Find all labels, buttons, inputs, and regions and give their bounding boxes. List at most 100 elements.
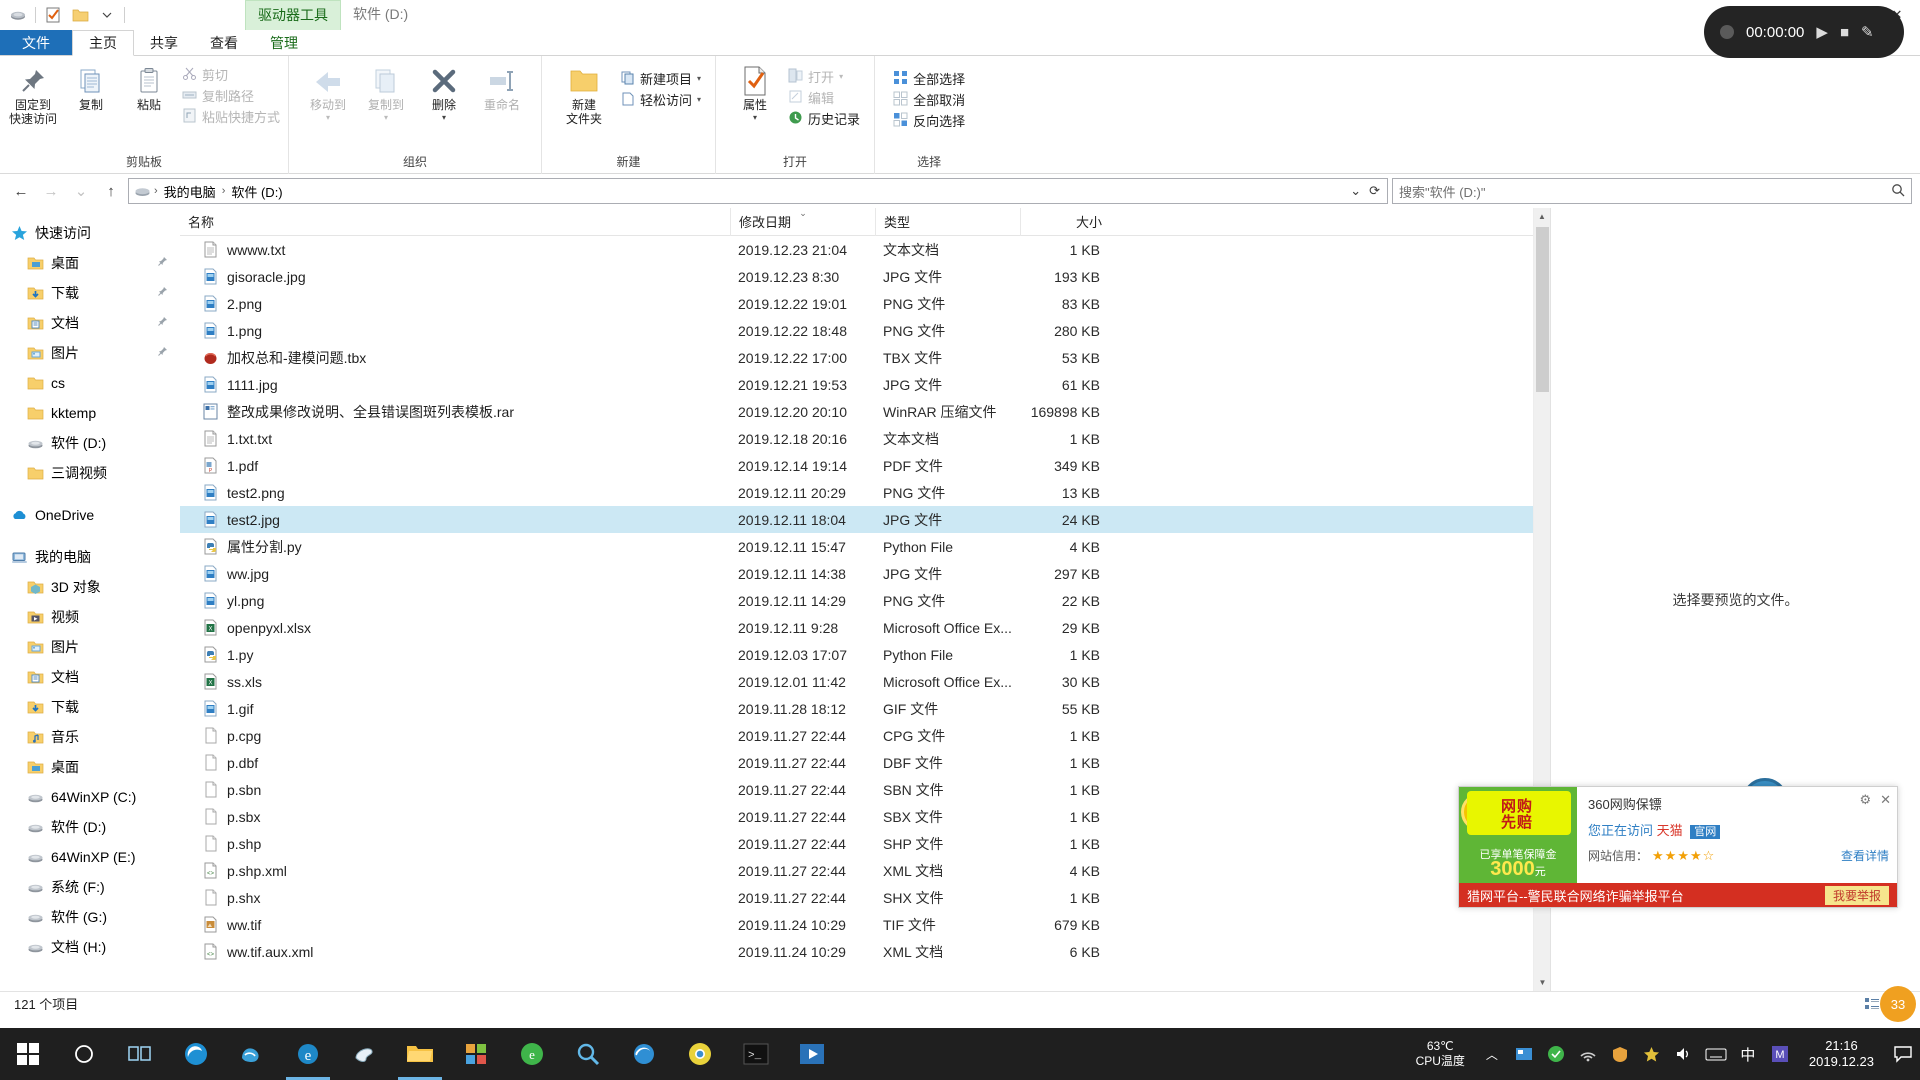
floating-badge-icon[interactable]: 33 [1880, 986, 1916, 1022]
pin-icon[interactable] [157, 346, 168, 360]
sidebar-item-系统-f-[interactable]: 系统 (F:) [0, 872, 180, 902]
table-row[interactable]: <> ww.tif.aux.xml 2019.11.24 10:29 XML 文档 6 … [180, 938, 1533, 965]
sidebar-item-onedrive[interactable]: OneDrive [0, 500, 180, 530]
column-header-size[interactable]: 大小 [1020, 207, 1110, 236]
sidebar-item-图片[interactable]: 图片 [0, 632, 180, 662]
forward-button[interactable]: → [38, 178, 64, 204]
cut-button[interactable]: 剪切 [178, 64, 284, 85]
ribbon-tab-home[interactable]: 主页 [72, 30, 134, 56]
copy-button[interactable]: 复制 [62, 62, 120, 114]
copy-path-button[interactable]: 复制路径 [178, 85, 284, 106]
ribbon-tab-file[interactable]: 文件 [0, 30, 72, 55]
table-row[interactable]: p.sbx 2019.11.27 22:44 SBX 文件 1 KB [180, 803, 1533, 830]
edit-button[interactable]: 编辑 [784, 87, 864, 108]
delete-button[interactable]: 删除 ▾ [415, 62, 473, 127]
table-row[interactable]: ww.tif 2019.11.24 10:29 TIF 文件 679 KB [180, 911, 1533, 938]
paste-shortcut-button[interactable]: 粘贴快捷方式 [178, 106, 284, 127]
app-icon-ie[interactable]: e [280, 1028, 336, 1080]
easy-access-button[interactable]: 轻松访问 ▾ [616, 89, 705, 110]
close-icon[interactable]: ✕ [1880, 792, 1891, 808]
tray-network-icon[interactable] [1577, 1042, 1599, 1066]
table-row[interactable]: 2.png 2019.12.22 19:01 PNG 文件 83 KB [180, 290, 1533, 317]
table-row[interactable]: Xss.xls 2019.12.01 11:42 Microsoft Office … [180, 668, 1533, 695]
up-button[interactable]: ↑ [98, 178, 124, 204]
keyboard-icon[interactable] [1705, 1042, 1727, 1066]
new-item-button[interactable]: 新建项目 ▾ [616, 68, 705, 89]
taskbar-clock[interactable]: 21:16 2019.12.23 [1801, 1038, 1882, 1070]
table-row[interactable]: 属性分割.py 2019.12.11 15:47 Python File 4 KB [180, 533, 1533, 560]
column-header-name[interactable]: 名称 [180, 208, 730, 236]
ribbon-tab-view[interactable]: 查看 [194, 30, 254, 55]
chevron-down-icon[interactable]: ▾ [753, 111, 757, 125]
tray-360-icon[interactable] [1545, 1042, 1567, 1066]
new-folder-button[interactable]: 新建 文件夹 [552, 62, 616, 128]
sidebar-item-三调视频[interactable]: 三调视频 [0, 458, 180, 488]
sidebar-item-软件-d-[interactable]: 软件 (D:) [0, 812, 180, 842]
rename-button[interactable]: 重命名 [473, 62, 531, 114]
edit-pen-icon[interactable]: ✎ [1861, 23, 1874, 41]
media-player-icon[interactable] [784, 1028, 840, 1080]
chevron-down-icon[interactable]: ▾ [697, 74, 701, 83]
table-row[interactable]: 加权总和-建模问题.tbx 2019.12.22 17:00 TBX 文件 53 KB [180, 344, 1533, 371]
breadcrumb-item-drive-d[interactable]: 软件 (D:) [228, 180, 285, 203]
sidebar-item-下载[interactable]: 下载 [0, 278, 180, 308]
back-button[interactable]: ← [8, 178, 34, 204]
paste-button[interactable]: 粘贴 [120, 62, 178, 114]
ad-report-button[interactable]: 我要举报 [1824, 885, 1889, 905]
refresh-icon[interactable]: ⟳ [1369, 183, 1380, 199]
pin-icon[interactable] [157, 256, 168, 270]
chevron-down-icon[interactable]: ▾ [442, 111, 446, 125]
table-row[interactable]: 整改成果修改说明、全县错误图斑列表模板.rar 2019.12.20 20:10 W… [180, 398, 1533, 425]
invert-selection-button[interactable]: 反向选择 [889, 110, 969, 131]
table-row[interactable]: yl.png 2019.12.11 14:29 PNG 文件 22 KB [180, 587, 1533, 614]
chevron-down-icon[interactable]: ▾ [697, 95, 701, 104]
column-header-date[interactable]: ⌄ 修改日期 [730, 207, 875, 236]
360-shopping-guard-popup[interactable]: 网购 先赔 已享单笔保障金 3000元 ⚙ ✕ 360网购保镖 您正在访问 天猫… [1458, 786, 1898, 908]
copy-to-button[interactable]: 复制到 ▾ [357, 62, 415, 127]
cpu-temp-widget[interactable]: 63℃ CPU温度 [1416, 1039, 1471, 1069]
play-icon[interactable]: ▶ [1816, 23, 1828, 41]
tray-app-icon-m[interactable]: M [1769, 1042, 1791, 1066]
table-row[interactable]: 1.txt.txt 2019.12.18 20:16 文本文档 1 KB [180, 425, 1533, 452]
select-none-button[interactable]: 全部取消 [889, 89, 969, 110]
scroll-down-button[interactable]: ▼ [1534, 974, 1551, 991]
sidebar-item-桌面[interactable]: 桌面 [0, 752, 180, 782]
search-icon[interactable] [1891, 183, 1905, 200]
contextual-tab-drive-tools[interactable]: 驱动器工具 [245, 0, 341, 30]
notification-icon[interactable] [1892, 1042, 1914, 1066]
tray-expand-chevron-icon[interactable]: ︿ [1481, 1042, 1503, 1066]
gear-icon[interactable]: ⚙ [1859, 792, 1871, 808]
table-row[interactable]: p.cpg 2019.11.27 22:44 CPG 文件 1 KB [180, 722, 1533, 749]
scroll-up-button[interactable]: ▲ [1534, 208, 1550, 225]
column-header-type[interactable]: 类型 [875, 207, 1020, 236]
move-to-button[interactable]: 移动到 ▾ [299, 62, 357, 127]
pin-icon[interactable] [157, 286, 168, 300]
breadcrumb-dropdown-icon[interactable]: ⌄ [1350, 183, 1361, 199]
table-row[interactable]: p.shx 2019.11.27 22:44 SHX 文件 1 KB [180, 884, 1533, 911]
sidebar-item-64winxp-e-[interactable]: 64WinXP (E:) [0, 842, 180, 872]
ad-detail-link[interactable]: 查看详情 [1841, 847, 1889, 864]
search-box[interactable]: 搜索"软件 (D:)" [1392, 178, 1912, 204]
table-row[interactable]: ww.jpg 2019.12.11 14:38 JPG 文件 297 KB [180, 560, 1533, 587]
sidebar-item-下载[interactable]: 下载 [0, 692, 180, 722]
volume-icon[interactable] [1673, 1042, 1695, 1066]
pin-to-quick-access-button[interactable]: 固定到 快速访问 [4, 62, 62, 128]
explorer-icon[interactable] [392, 1028, 448, 1080]
tray-star-icon[interactable] [1641, 1042, 1663, 1066]
sidebar-item-3d-对象[interactable]: 3D 对象 [0, 572, 180, 602]
open-button[interactable]: 打开 ▾ [784, 66, 864, 87]
table-row[interactable]: test2.jpg 2019.12.11 18:04 JPG 文件 24 KB [180, 506, 1533, 533]
sidebar-item-cs[interactable]: cs [0, 368, 180, 398]
app-icon-paint[interactable] [336, 1028, 392, 1080]
firefox-icon[interactable] [616, 1028, 672, 1080]
table-row[interactable]: wwww.txt 2019.12.23 21:04 文本文档 1 KB [180, 236, 1533, 263]
properties-button[interactable]: 属性 ▾ [726, 62, 784, 127]
sidebar-item-视频[interactable]: 视频 [0, 602, 180, 632]
store-icon[interactable] [448, 1028, 504, 1080]
sidebar-item-64winxp-c-[interactable]: 64WinXP (C:) [0, 782, 180, 812]
chrome-icon[interactable] [672, 1028, 728, 1080]
chevron-down-icon[interactable]: ▾ [384, 111, 388, 125]
chevron-down-icon[interactable]: ▾ [326, 111, 330, 125]
chevron-down-icon[interactable]: ▾ [839, 72, 843, 81]
ribbon-tab-share[interactable]: 共享 [134, 30, 194, 55]
